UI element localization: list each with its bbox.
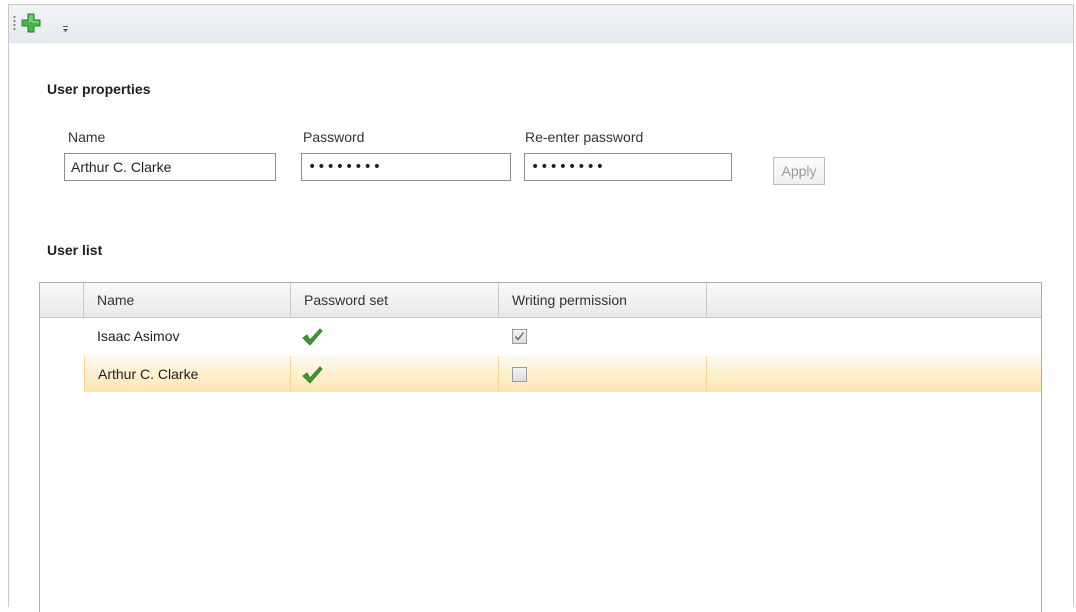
checkmark-icon	[302, 328, 323, 346]
toolbar-grip-icon[interactable]	[13, 15, 16, 31]
table-row[interactable]: Isaac Asimov	[40, 318, 1041, 354]
toolbar-overflow-button[interactable]	[61, 22, 71, 34]
writing-permission-checkbox[interactable]	[512, 329, 527, 344]
reenter-password-label: Re-enter password	[525, 129, 644, 145]
add-icon	[21, 13, 41, 33]
password-label: Password	[303, 129, 365, 145]
reenter-password-input[interactable]: ••••••••	[524, 153, 732, 181]
grid-header: Name Password set Writing permission	[40, 283, 1041, 318]
cell-filler	[707, 356, 1041, 392]
user-properties-title: User properties	[47, 81, 151, 97]
user-management-panel: User properties Name Arthur C. Clarke Pa…	[8, 4, 1074, 612]
cell-name[interactable]: Isaac Asimov	[84, 318, 291, 354]
user-list-grid: Name Password set Writing permission Isa…	[39, 282, 1042, 612]
table-row-selected[interactable]: Arthur C. Clarke	[40, 356, 1041, 392]
writing-permission-checkbox[interactable]	[512, 367, 527, 382]
row-header-corner	[40, 283, 84, 317]
cell-password-set[interactable]	[291, 318, 499, 354]
apply-button[interactable]: Apply	[773, 157, 825, 185]
cell-writing-permission[interactable]	[499, 318, 707, 354]
column-header-writing-permission[interactable]: Writing permission	[499, 283, 707, 317]
column-header-password-set[interactable]: Password set	[291, 283, 499, 317]
cell-writing-permission[interactable]	[499, 356, 707, 392]
name-label: Name	[68, 129, 106, 145]
column-header-name[interactable]: Name	[84, 283, 291, 317]
column-header-filler	[707, 283, 1041, 317]
row-header[interactable]	[40, 356, 84, 392]
user-list-title: User list	[47, 242, 103, 258]
add-user-button[interactable]	[20, 12, 42, 34]
checkmark-icon	[302, 366, 323, 384]
toolbar	[9, 5, 1073, 43]
row-header[interactable]	[40, 318, 84, 354]
check-icon	[514, 332, 525, 341]
password-input[interactable]: ••••••••	[301, 153, 511, 181]
cell-name[interactable]: Arthur C. Clarke	[84, 356, 291, 392]
name-input[interactable]: Arthur C. Clarke	[64, 153, 276, 181]
cell-password-set[interactable]	[291, 356, 499, 392]
chevron-down-icon	[63, 26, 68, 32]
